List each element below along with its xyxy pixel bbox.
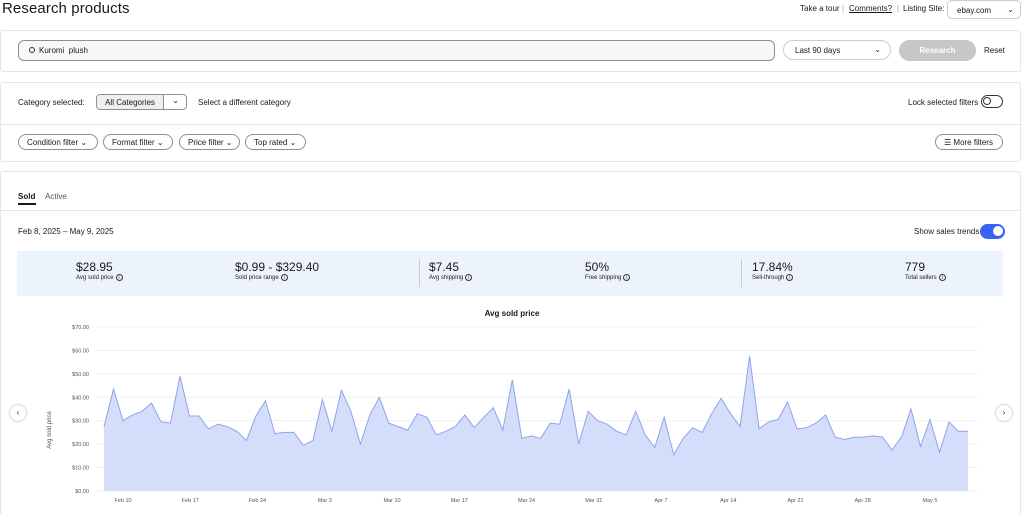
x-tick-label: Apr 28: [855, 498, 871, 504]
y-tick-label: $40.00: [72, 395, 89, 401]
chart-area: [104, 356, 968, 491]
y-tick-label: $70.00: [72, 325, 89, 331]
x-tick-label: Feb 17: [182, 498, 199, 504]
x-tick-label: Mar 17: [451, 498, 468, 504]
x-tick-label: Apr 14: [720, 498, 736, 504]
chart-y-ticks: $0.00 $10.00 $20.00 $30.00 $40.00 $50.00 $60.0…: [72, 325, 89, 495]
chart-x-ticks: Feb 10 Feb 17 Feb 24 Mar 3 Mar 10 Mar 17 Mar 2…: [114, 498, 937, 504]
x-tick-label: Apr 21: [787, 498, 803, 504]
y-tick-label: $0.00: [75, 489, 89, 495]
x-tick-label: Feb 10: [114, 498, 131, 504]
x-tick-label: Apr 7: [654, 498, 667, 504]
y-tick-label: $60.00: [72, 348, 89, 354]
chart-y-axis-label: Avg sold price: [47, 411, 53, 449]
y-tick-label: $10.00: [72, 466, 89, 472]
y-tick-label: $50.00: [72, 372, 89, 378]
x-tick-label: Feb 24: [249, 498, 266, 504]
y-tick-label: $30.00: [72, 419, 89, 425]
x-tick-label: May 5: [923, 498, 938, 504]
x-tick-label: Mar 24: [518, 498, 535, 504]
y-tick-label: $20.00: [72, 442, 89, 448]
avg-sold-price-chart: $0.00 $10.00 $20.00 $30.00 $40.00 $50.00 $60.0…: [47, 325, 978, 504]
x-tick-label: Mar 31: [585, 498, 602, 504]
x-tick-label: Mar 3: [318, 498, 332, 504]
x-tick-label: Mar 10: [383, 498, 400, 504]
